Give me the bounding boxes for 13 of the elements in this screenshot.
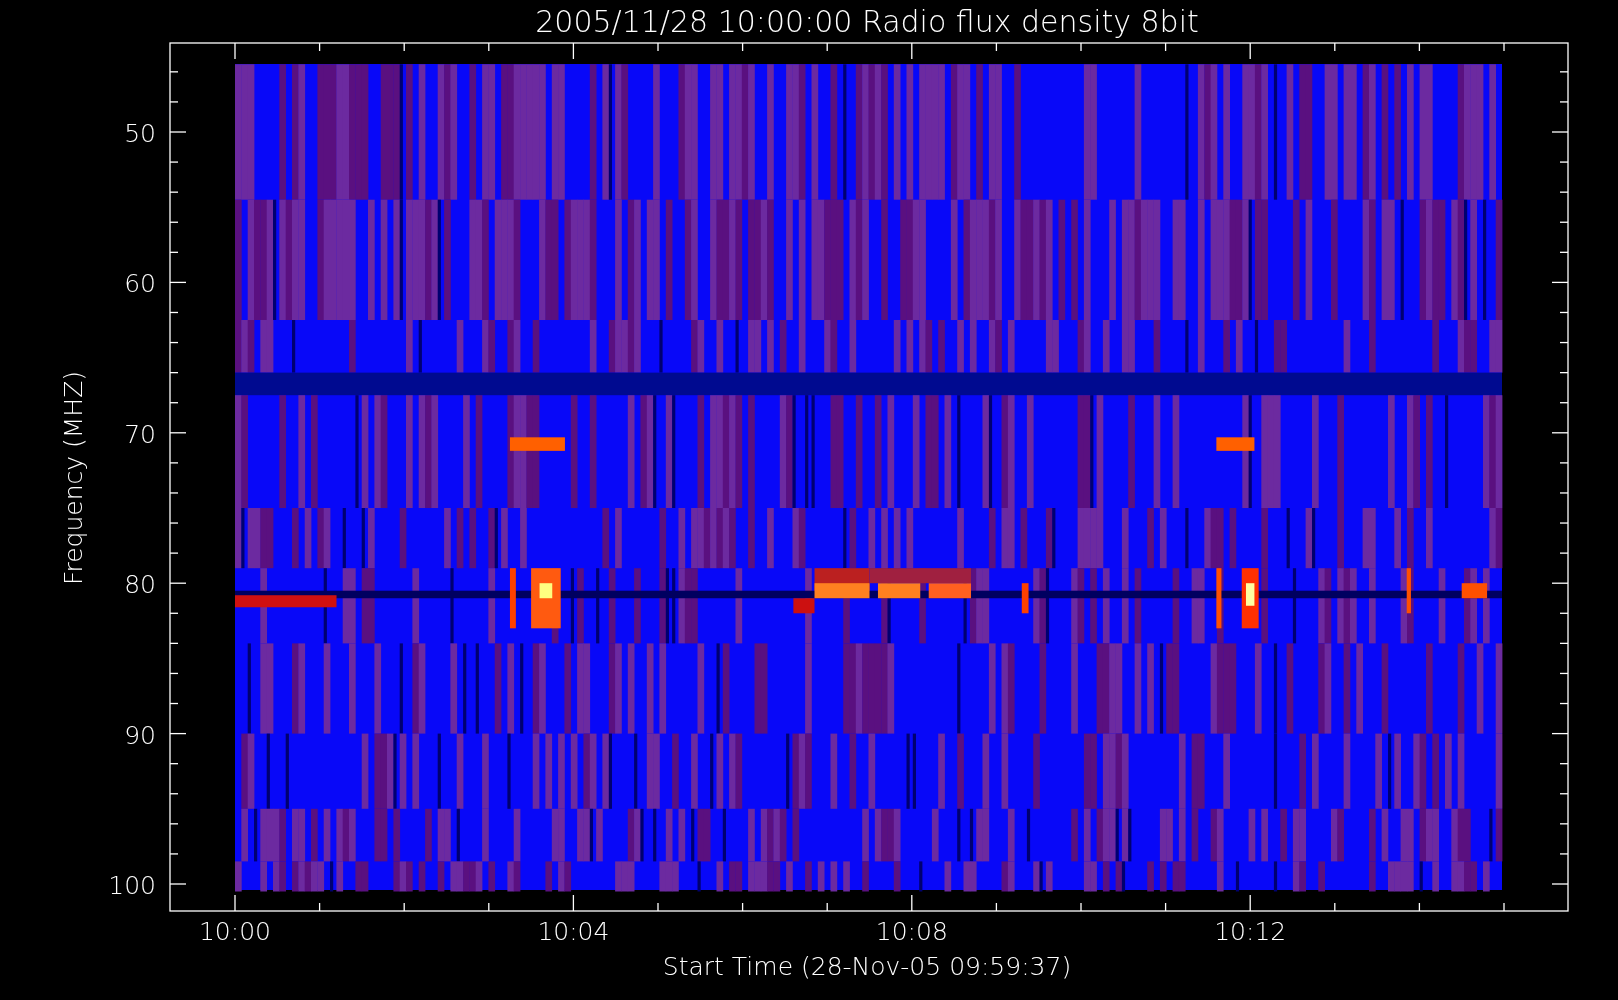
y-tick-label: 100 xyxy=(108,871,156,900)
y-axis-label: Frequency (MHZ) xyxy=(59,370,88,586)
x-tick-label: 10:00 xyxy=(199,917,271,946)
y-tick-label: 90 xyxy=(124,720,156,750)
y-tick-label: 50 xyxy=(124,119,156,148)
x-axis-label: Start Time (28-Nov-05 09:59:37) xyxy=(662,952,1072,981)
y-tick-label: 70 xyxy=(124,419,156,449)
x-tick-label: 10:12 xyxy=(1214,917,1287,946)
x-tick-label: 10:04 xyxy=(537,917,610,946)
chart-title: 2005/11/28 10:00:00 Radio flux density 8bit xyxy=(535,4,1199,39)
x-tick-label: 10:08 xyxy=(875,917,948,946)
y-tick-label: 60 xyxy=(124,269,156,299)
y-tick-label: 80 xyxy=(124,570,156,600)
